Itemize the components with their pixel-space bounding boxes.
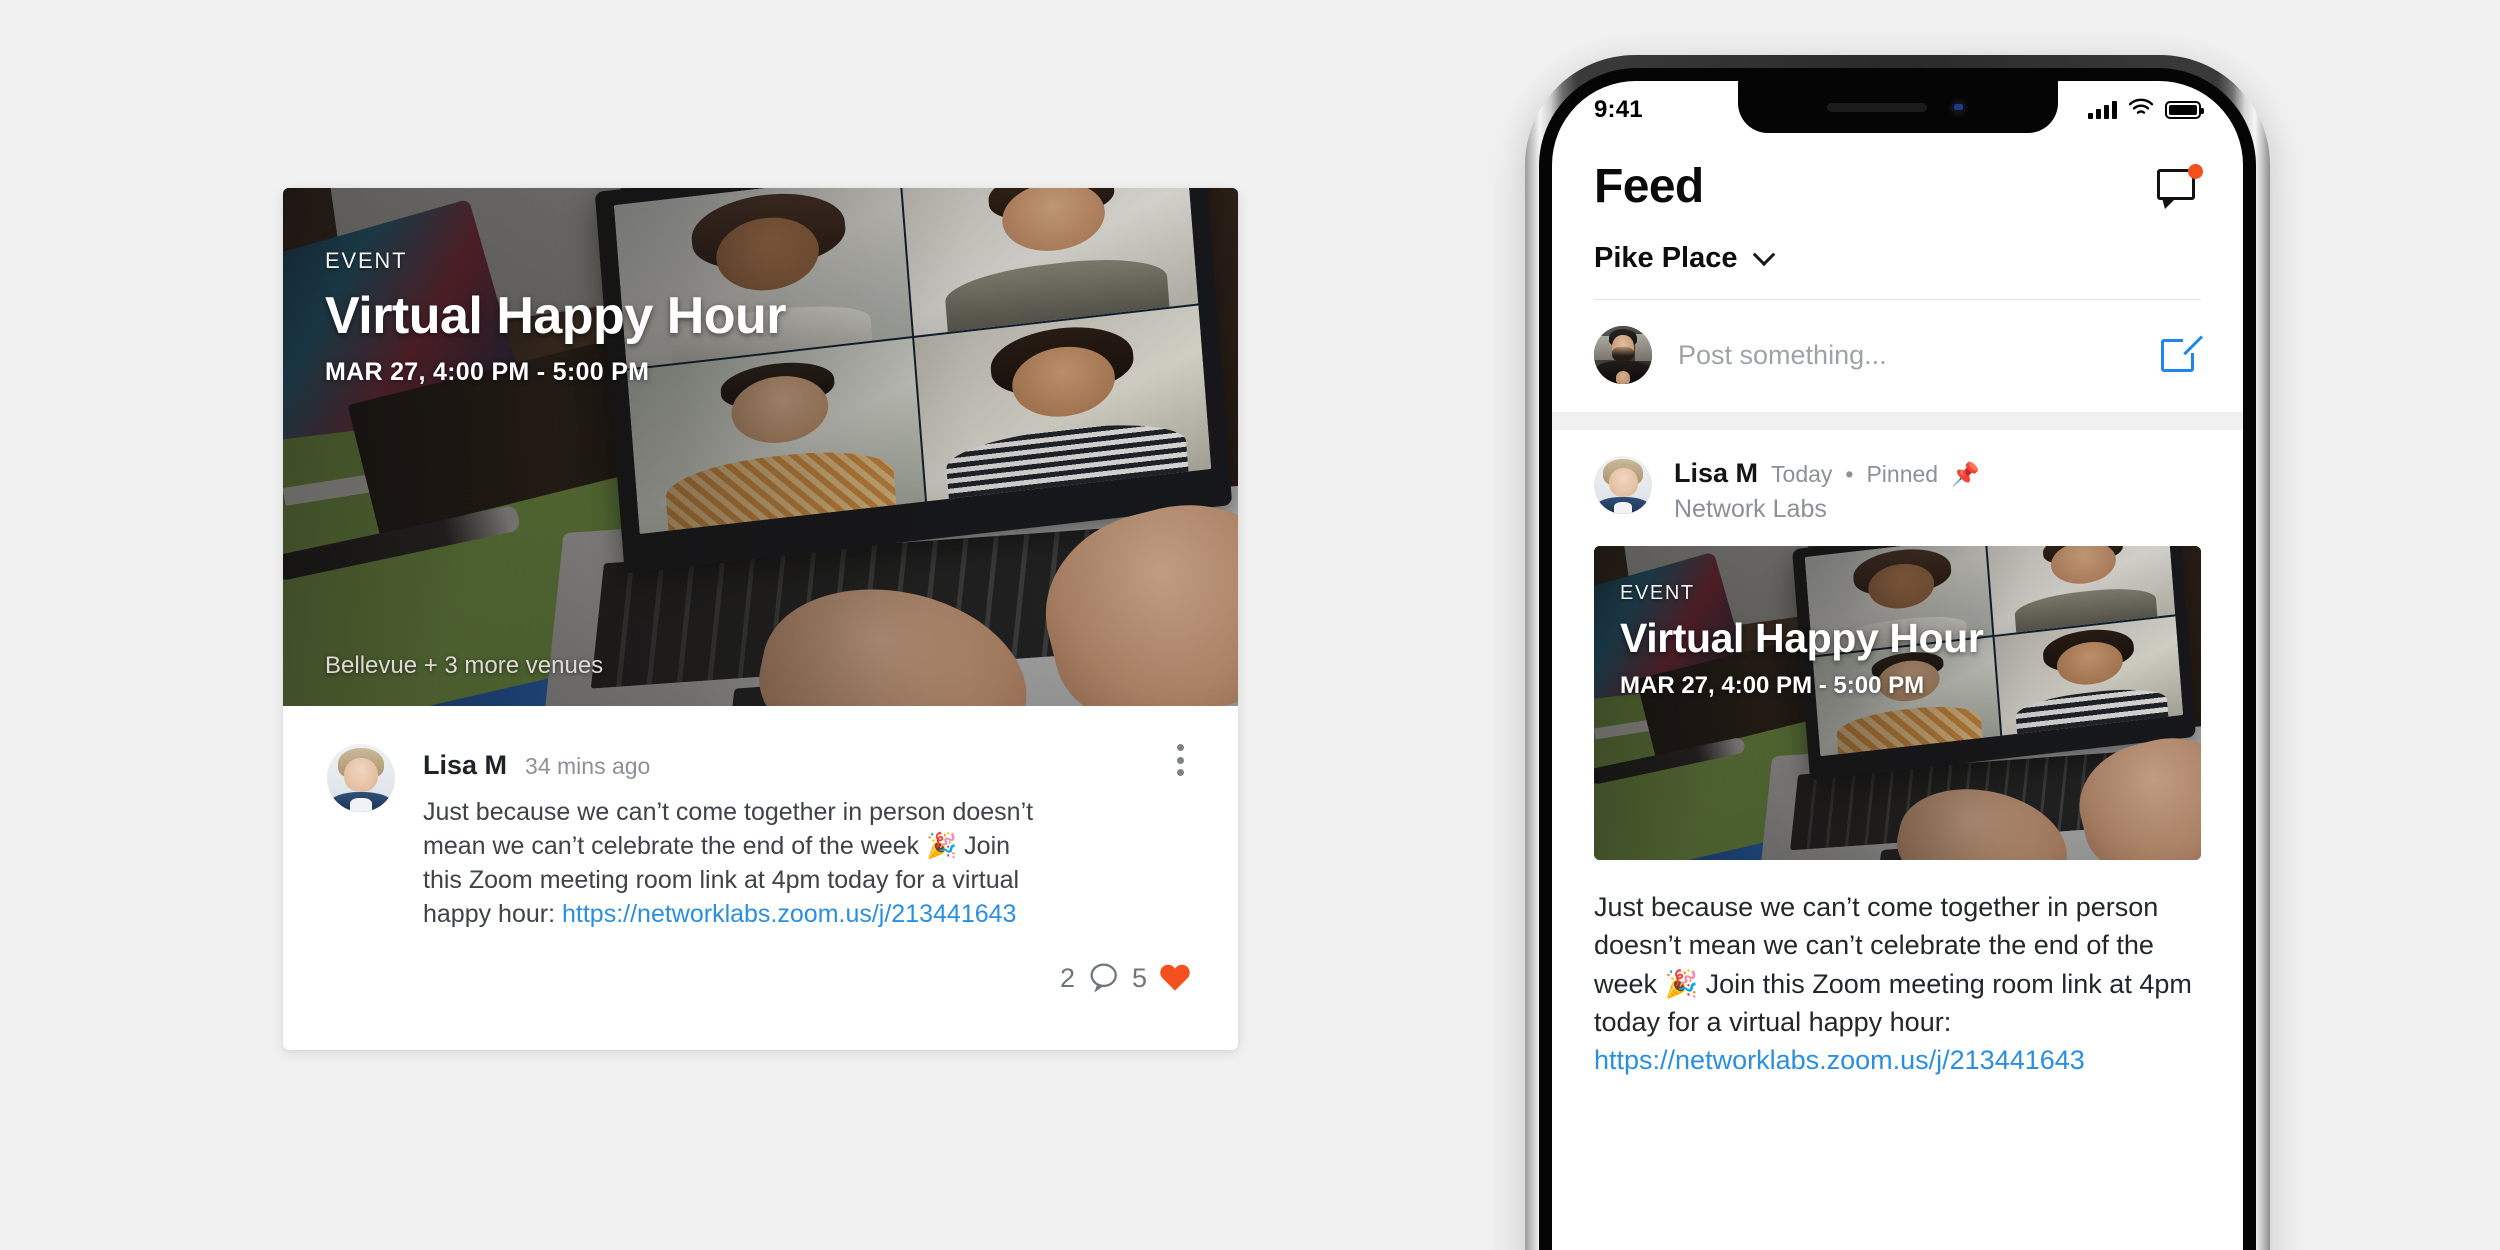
- chevron-down-icon[interactable]: [1752, 242, 1775, 266]
- post-text: Just because we can’t come together in p…: [1594, 888, 2201, 1080]
- battery-full-icon: [2165, 101, 2204, 119]
- post-author-name[interactable]: Lisa M: [423, 750, 507, 781]
- avatar[interactable]: [1594, 456, 1652, 514]
- like-reaction[interactable]: 5: [1132, 960, 1192, 997]
- desktop-post-card: EVENT Virtual Happy Hour MAR 27, 4:00 PM…: [283, 188, 1238, 1050]
- desktop-post-body: Lisa M 34 mins ago Just because we can’t…: [283, 706, 1238, 998]
- page-title: Feed: [1594, 160, 1704, 213]
- phone-screen: 9:41 Feed Pike Place Post something... L…: [1552, 81, 2243, 1250]
- meta-separator: •: [1845, 461, 1854, 487]
- feed-post-header: Lisa M Today • Pinned 📌 Network Labs: [1552, 430, 2243, 524]
- avatar[interactable]: [327, 744, 395, 812]
- group-name-label: Pike Place: [1594, 242, 1738, 274]
- unread-badge: [2188, 163, 2203, 179]
- post-link[interactable]: https://networklabs.zoom.us/j/213441643: [562, 900, 1016, 928]
- pushpin-icon: 📌: [1951, 461, 1980, 487]
- feed-post: Lisa M Today • Pinned 📌 Network Labs EVE…: [1552, 430, 2243, 1090]
- compose-pencil-icon[interactable]: [2161, 335, 2204, 375]
- comment-reaction[interactable]: 2: [1060, 959, 1120, 998]
- screenshot-stage: EVENT Virtual Happy Hour MAR 27, 4:00 PM…: [0, 0, 2500, 1250]
- status-time: 9:41: [1594, 96, 1643, 123]
- phone-mockup: 9:41 Feed Pike Place Post something... L…: [1525, 55, 2270, 1250]
- mobile-event-hero-text: EVENT Virtual Happy Hour MAR 27, 4:00 PM…: [1620, 582, 1984, 700]
- event-kicker: EVENT: [325, 248, 408, 273]
- signal-bars-icon: [2088, 101, 2117, 119]
- wifi-icon: [2128, 98, 2154, 122]
- event-datetime: MAR 27, 4:00 PM - 5:00 PM: [325, 358, 650, 386]
- front-camera-icon: [1949, 97, 1968, 117]
- event-title: Virtual Happy Hour: [325, 287, 787, 345]
- app-content: Feed Pike Place Post something... Lisa M…: [1552, 81, 2243, 1250]
- event-venue: Bellevue + 3 more venues: [325, 652, 604, 679]
- desktop-event-hero[interactable]: EVENT Virtual Happy Hour MAR 27, 4:00 PM…: [283, 188, 1238, 706]
- desktop-post-header: Lisa M 34 mins ago Just because we can’t…: [327, 744, 1194, 931]
- notch: [1737, 81, 2058, 133]
- post-organization: Network Labs: [1674, 495, 1827, 523]
- pinned-label: Pinned: [1866, 461, 1939, 487]
- comment-count: 2: [1059, 963, 1075, 993]
- speaker-grille-icon: [1827, 102, 1927, 112]
- composer-placeholder[interactable]: Post something...: [1678, 340, 2135, 371]
- mobile-event-card[interactable]: EVENT Virtual Happy Hour MAR 27, 4:00 PM…: [1594, 546, 2201, 860]
- post-text: Just because we can’t come together in p…: [423, 795, 1036, 931]
- comment-bubble-icon[interactable]: [1086, 959, 1120, 998]
- post-composer[interactable]: Post something...: [1552, 300, 2243, 412]
- event-title: Virtual Happy Hour: [1620, 615, 1984, 661]
- like-count: 5: [1131, 963, 1147, 993]
- post-timestamp: 34 mins ago: [525, 753, 651, 779]
- event-datetime: MAR 27, 4:00 PM - 5:00 PM: [1620, 672, 1925, 699]
- group-selector[interactable]: Pike Place: [1552, 214, 2243, 299]
- app-header: Feed: [1552, 133, 2243, 214]
- post-text-body: Just because we can’t come together in p…: [1594, 892, 2192, 1037]
- event-kicker: EVENT: [1620, 582, 1695, 604]
- chat-bubble-icon[interactable]: [2157, 163, 2203, 209]
- reaction-bar: 2 5: [327, 959, 1194, 998]
- kebab-menu-icon[interactable]: [1166, 740, 1194, 780]
- event-hero-text: EVENT Virtual Happy Hour MAR 27, 4:00 PM…: [325, 248, 787, 387]
- feed-separator: [1552, 412, 2243, 430]
- heart-icon[interactable]: [1158, 960, 1192, 997]
- composer-avatar[interactable]: [1594, 326, 1652, 384]
- post-link[interactable]: https://networklabs.zoom.us/j/213441643: [1594, 1045, 2085, 1075]
- post-author-name[interactable]: Lisa M: [1674, 458, 1758, 489]
- post-time: Today: [1771, 461, 1833, 487]
